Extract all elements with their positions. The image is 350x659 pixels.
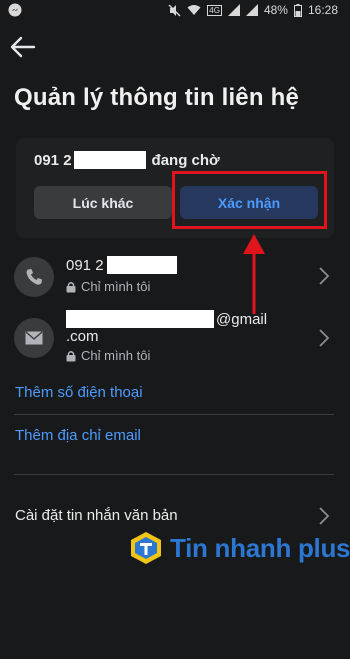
- battery-icon: [293, 3, 302, 17]
- email-value-suffix: @gmail: [216, 310, 268, 328]
- highlight-box: [172, 171, 327, 229]
- chevron-right-icon: [319, 267, 330, 285]
- watermark-text: Tin nhanh plus: [170, 532, 350, 563]
- contact-row-phone[interactable]: 091 2 Chỉ mình tôi: [0, 252, 350, 302]
- chevron-right-icon: [319, 329, 330, 347]
- redaction-block: [73, 151, 146, 169]
- add-email-link[interactable]: Thêm địa chỉ email: [15, 427, 141, 444]
- pending-number: 091 2 đang chờ: [34, 151, 220, 169]
- privacy-label: Chỉ mình tôi: [81, 348, 151, 363]
- page-title: Quản lý thông tin liên hệ: [14, 84, 299, 111]
- mail-icon: [14, 318, 54, 358]
- signal-icon: [227, 4, 240, 16]
- back-arrow-icon[interactable]: [10, 36, 36, 58]
- add-phone-link[interactable]: Thêm số điện thoại: [15, 384, 143, 401]
- chevron-right-icon: [319, 507, 330, 525]
- email-value-line2: .com: [66, 328, 99, 345]
- divider: [14, 414, 334, 415]
- privacy-label: Chỉ mình tôi: [81, 279, 151, 294]
- lock-icon: [66, 350, 76, 361]
- watermark-logo-icon: [131, 532, 161, 564]
- network-label: 4G: [207, 4, 222, 16]
- phone-privacy: Chỉ mình tôi: [66, 279, 150, 294]
- sms-settings-item[interactable]: Cài đặt tin nhắn văn bản: [15, 507, 178, 524]
- redaction-block: [106, 256, 177, 274]
- messenger-icon: [8, 3, 22, 17]
- pending-number-prefix: 091 2: [34, 151, 72, 169]
- lock-icon: [66, 281, 76, 292]
- watermark: Tin nhanh plus: [128, 530, 350, 566]
- mute-icon: [168, 4, 181, 16]
- signal-icon-2: [245, 4, 258, 16]
- phone-icon: [14, 257, 54, 297]
- later-button[interactable]: Lúc khác: [34, 186, 172, 219]
- phone-value: 091 2: [66, 256, 177, 274]
- divider: [14, 474, 334, 475]
- email-value: @gmail: [66, 310, 267, 328]
- pending-status: đang chờ: [151, 151, 220, 169]
- redaction-block: [66, 310, 214, 328]
- wifi-icon: [187, 5, 201, 15]
- phone-value-prefix: 091 2: [66, 256, 104, 274]
- status-bar: 4G 48% 16:28: [0, 0, 350, 22]
- contact-row-email[interactable]: @gmail .com Chỉ mình tôi: [0, 310, 350, 370]
- email-privacy: Chỉ mình tôi: [66, 348, 150, 363]
- battery-percent: 48%: [263, 3, 288, 17]
- clock: 16:28: [307, 3, 338, 17]
